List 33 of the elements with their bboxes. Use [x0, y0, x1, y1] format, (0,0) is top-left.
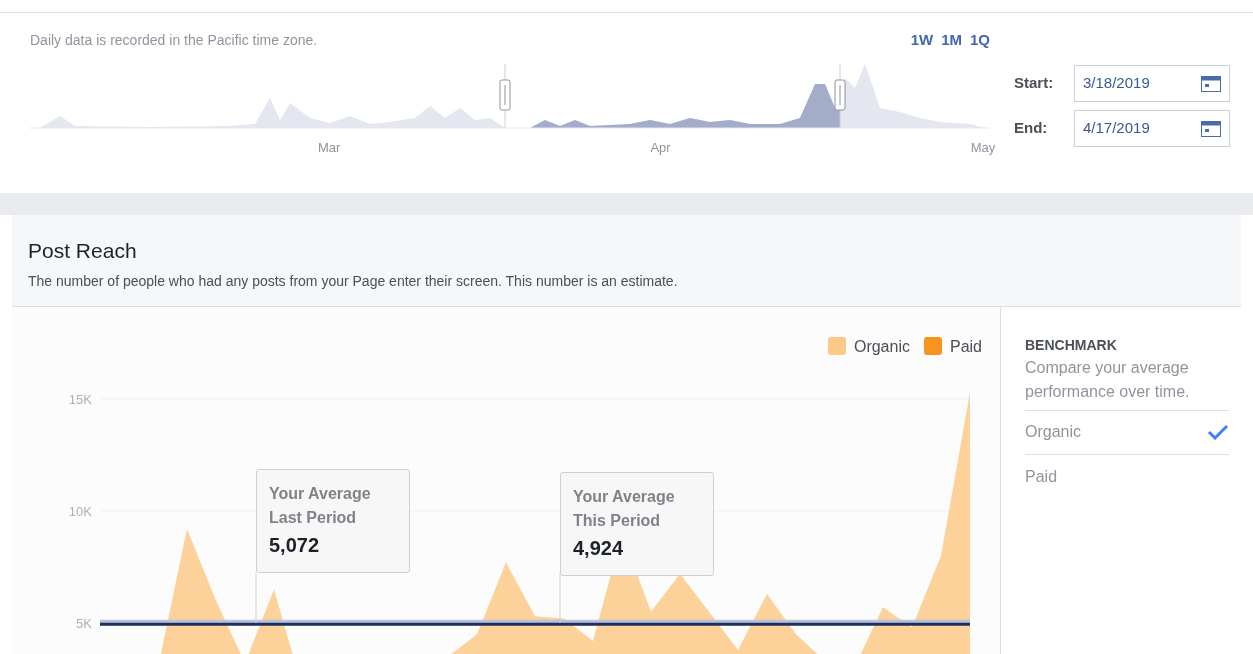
axis-tick-label: 15K — [68, 391, 92, 407]
timezone-note: Daily data is recorded in the Pacific time zone. — [30, 31, 318, 50]
legend-item: Organic — [827, 334, 910, 359]
axis-tick-label: 10K — [68, 503, 92, 519]
benchmark-option[interactable]: Organic — [1025, 410, 1229, 455]
date-field[interactable]: 4/17/2019 — [1074, 110, 1230, 147]
callout-label: Your Average Last Period — [269, 483, 372, 528]
calendar-icon[interactable] — [1201, 120, 1221, 137]
range-preset-link[interactable]: 1Q — [970, 29, 990, 52]
benchmark-option[interactable]: Paid — [1025, 454, 1229, 499]
benchmark-description: Compare your average performance over time. — [1025, 355, 1229, 411]
month-label: Apr — [650, 138, 671, 157]
callout-value: 4,924 — [573, 535, 625, 561]
range-handle[interactable] — [834, 63, 846, 128]
range-preset-link[interactable]: 1W — [910, 29, 934, 52]
date-value: 4/17/2019 — [1083, 118, 1150, 139]
date-label: Start: — [1014, 73, 1055, 94]
range-preset-link[interactable]: 1M — [941, 29, 962, 52]
benchmark-title: BENCHMARK — [1025, 335, 1118, 355]
date-value: 3/18/2019 — [1083, 73, 1150, 94]
callout-value: 5,072 — [269, 532, 321, 558]
callout-label: Your Average This Period — [573, 486, 676, 531]
date-field[interactable]: 3/18/2019 — [1074, 65, 1230, 102]
checkmark-icon — [1207, 424, 1229, 440]
axis-tick-label: 5K — [76, 615, 92, 631]
calendar-icon[interactable] — [1201, 75, 1221, 92]
range-handle[interactable] — [499, 63, 511, 128]
legend-item: Paid — [923, 334, 982, 359]
section-title: Post Reach — [28, 238, 138, 264]
month-label: May — [970, 138, 996, 157]
date-label: End: — [1014, 118, 1049, 139]
section-description: The number of people who had any posts from your Page enter their screen. This number is an estimate. — [28, 271, 679, 291]
month-label: Mar — [318, 138, 341, 157]
